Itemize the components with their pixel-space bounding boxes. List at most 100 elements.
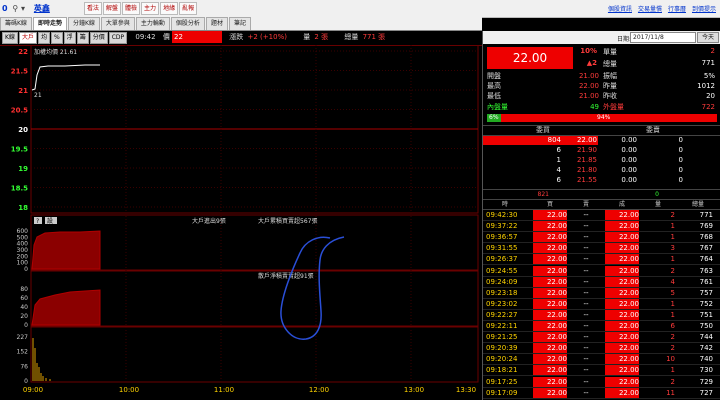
tick-total: 751 <box>699 310 713 319</box>
tick-bid: 22.00 <box>533 210 567 220</box>
tick-row[interactable]: 09:17:25 22.00 -- 22.00 2 729 <box>483 376 720 388</box>
orderbook-row[interactable]: 6 21.90 0.00 0 <box>483 146 720 155</box>
tool-button[interactable]: 解盤 <box>103 2 122 15</box>
ticks-col-header: 時 <box>501 201 508 208</box>
tick-qty: 2 <box>670 333 675 342</box>
time-tick: 11:00 <box>214 386 234 394</box>
tick-time: 09:36:57 <box>486 233 518 242</box>
tab-1[interactable]: 即時走勢 <box>32 17 67 30</box>
price-change: ▲2 <box>586 59 597 67</box>
tick-bid: 22.00 <box>533 309 567 320</box>
last-price: 22.00 <box>487 47 573 69</box>
tick-ask: -- <box>583 288 589 297</box>
top-link[interactable]: 到價提示 <box>692 6 716 13</box>
time-tick: 13:30 <box>456 386 476 394</box>
tick-time: 09:22:11 <box>486 322 518 330</box>
tick-price: 22.00 <box>605 287 639 298</box>
stat-label: 振幅 <box>603 72 617 80</box>
tick-qty: 2 <box>670 377 675 386</box>
stat-value: 21.00 <box>578 72 599 80</box>
tick-row[interactable]: 09:22:11 22.00 -- 22.00 6 750 <box>483 321 720 332</box>
ticks-table[interactable]: 09:42:30 22.00 -- 22.00 2 771 09:37:22 22.00 -- 2… <box>483 210 720 400</box>
symbol-search[interactable]: 0 ⚲ ▾ 英鑫 <box>2 3 50 14</box>
tab-5[interactable]: 個股分析 <box>170 17 205 30</box>
time-axis: 09:00 10:00 11:00 12:00 13:00 13:30 <box>23 386 476 394</box>
tick-row[interactable]: 09:36:57 22.00 -- 22.00 1 768 <box>483 232 720 244</box>
tick-row[interactable]: 09:21:25 22.00 -- 22.00 2 744 <box>483 332 720 344</box>
bid-qty: 1 <box>556 156 561 164</box>
tick-ask: -- <box>583 344 589 353</box>
tick-row[interactable]: 09:20:39 22.00 -- 22.00 2 742 <box>483 343 720 355</box>
stat-label: 最高 <box>487 82 501 90</box>
top-link[interactable]: 個股資訊 <box>608 6 632 13</box>
tick-time: 09:24:55 <box>486 266 518 275</box>
chart-mode-button[interactable]: 籌 <box>76 32 89 44</box>
price-last-label: 21 <box>34 92 42 99</box>
ob-sell-header: 委賣 <box>646 126 660 134</box>
tick-row[interactable]: 09:23:18 22.00 -- 22.00 5 757 <box>483 287 720 299</box>
tab-3[interactable]: 大單參與 <box>100 17 135 30</box>
tab-6[interactable]: 題材 <box>205 17 228 30</box>
chart-mode-button[interactable]: 浮 <box>63 32 76 44</box>
date-input[interactable]: 2017/11/8 <box>630 32 696 43</box>
outer-label: 外盤量 <box>603 103 624 111</box>
symbol-name[interactable]: 英鑫 <box>34 4 50 13</box>
tab-4[interactable]: 主力輪動 <box>135 17 170 30</box>
tick-row[interactable]: 09:26:37 22.00 -- 22.00 1 764 <box>483 254 720 266</box>
tab-0[interactable]: 籌碼K線 <box>0 17 32 30</box>
chart-mode-button[interactable]: % <box>50 32 63 44</box>
tab-2[interactable]: 分鐘K線 <box>67 17 100 30</box>
tick-time: 09:31:55 <box>486 244 518 253</box>
stat-label: 昨收 <box>603 92 617 100</box>
tick-price: 22.00 <box>605 265 639 276</box>
tool-button[interactable]: 主力 <box>141 2 160 15</box>
tick-row[interactable]: 09:24:09 22.00 -- 22.00 4 761 <box>483 276 720 288</box>
tool-button[interactable]: 亂報 <box>179 2 198 15</box>
tick-price: 22.00 <box>605 332 639 343</box>
stat-label: 最低 <box>487 92 501 100</box>
orderbook-header: 委買 委賣 <box>483 125 720 136</box>
tick-price: 22.00 <box>605 298 639 309</box>
tick-row[interactable]: 09:22:27 22.00 -- 22.00 1 751 <box>483 309 720 321</box>
search-icon[interactable]: ⚲ <box>12 4 18 13</box>
tab-7[interactable]: 筆記 <box>228 17 251 30</box>
intraday-chart[interactable]: 22 21.5 21 20.5 20 19.5 19 18.5 18 21 加權均價 21.61… <box>0 45 482 400</box>
tick-row[interactable]: 09:37:22 22.00 -- 22.00 1 769 <box>483 221 720 233</box>
chart-mode-button[interactable]: 大戶 <box>18 32 37 44</box>
ask-price: 0.00 <box>621 176 637 184</box>
vol-label: 量 <box>303 33 311 41</box>
chart-mode-button[interactable]: 均 <box>37 32 50 44</box>
chart-mode-button[interactable]: CDP <box>108 32 128 44</box>
tool-button[interactable]: 看法 <box>84 2 103 15</box>
tick-row[interactable]: 09:17:09 22.00 -- 22.00 11 727 <box>483 387 720 399</box>
tick-row[interactable]: 09:23:02 22.00 -- 22.00 1 752 <box>483 298 720 310</box>
chevron-down-icon[interactable]: ▾ <box>21 4 25 13</box>
tick-row[interactable]: 09:18:21 22.00 -- 22.00 1 730 <box>483 365 720 377</box>
bid-qty: 6 <box>556 146 561 154</box>
tool-button[interactable]: 地緣 <box>160 2 179 15</box>
tick-row[interactable]: 09:42:30 22.00 -- 22.00 2 771 <box>483 210 720 221</box>
tick-price: 22.00 <box>605 232 639 243</box>
price-tick: 20 <box>18 126 28 134</box>
pct-change: 10% <box>580 47 597 55</box>
tick-row[interactable]: 09:31:55 22.00 -- 22.00 3 767 <box>483 243 720 255</box>
orderbook-row[interactable]: 1 21.85 0.00 0 <box>483 156 720 165</box>
tool-button[interactable]: 體檢 <box>122 2 141 15</box>
orderbook-row[interactable]: 804 22.00 0.00 0 <box>483 136 720 145</box>
chart-mode-button[interactable]: K線 <box>2 32 18 44</box>
top-link[interactable]: 交易量慣 <box>638 6 662 13</box>
tick-time: 09:37:22 <box>486 222 518 231</box>
tick-total: 757 <box>699 288 713 297</box>
tick-ask: -- <box>583 322 589 330</box>
tick-row[interactable]: 09:24:55 22.00 -- 22.00 2 763 <box>483 265 720 277</box>
top-link[interactable]: 行事曆 <box>668 6 686 13</box>
orderbook-row[interactable]: 4 21.80 0.00 0 <box>483 166 720 175</box>
price-tick: 18.5 <box>11 185 28 193</box>
tick-row[interactable]: 09:20:24 22.00 -- 22.00 10 740 <box>483 354 720 366</box>
chart-mode-button[interactable]: 分價 <box>89 32 108 44</box>
today-button[interactable]: 今天 <box>697 32 719 43</box>
major-cumulative-label: 大戶累積買賣超567張 <box>258 217 317 225</box>
tick-bid: 22.00 <box>533 321 567 331</box>
orderbook-row[interactable]: 6 21.55 0.00 0 <box>483 176 720 185</box>
ob-buy-header: 委買 <box>536 126 550 134</box>
